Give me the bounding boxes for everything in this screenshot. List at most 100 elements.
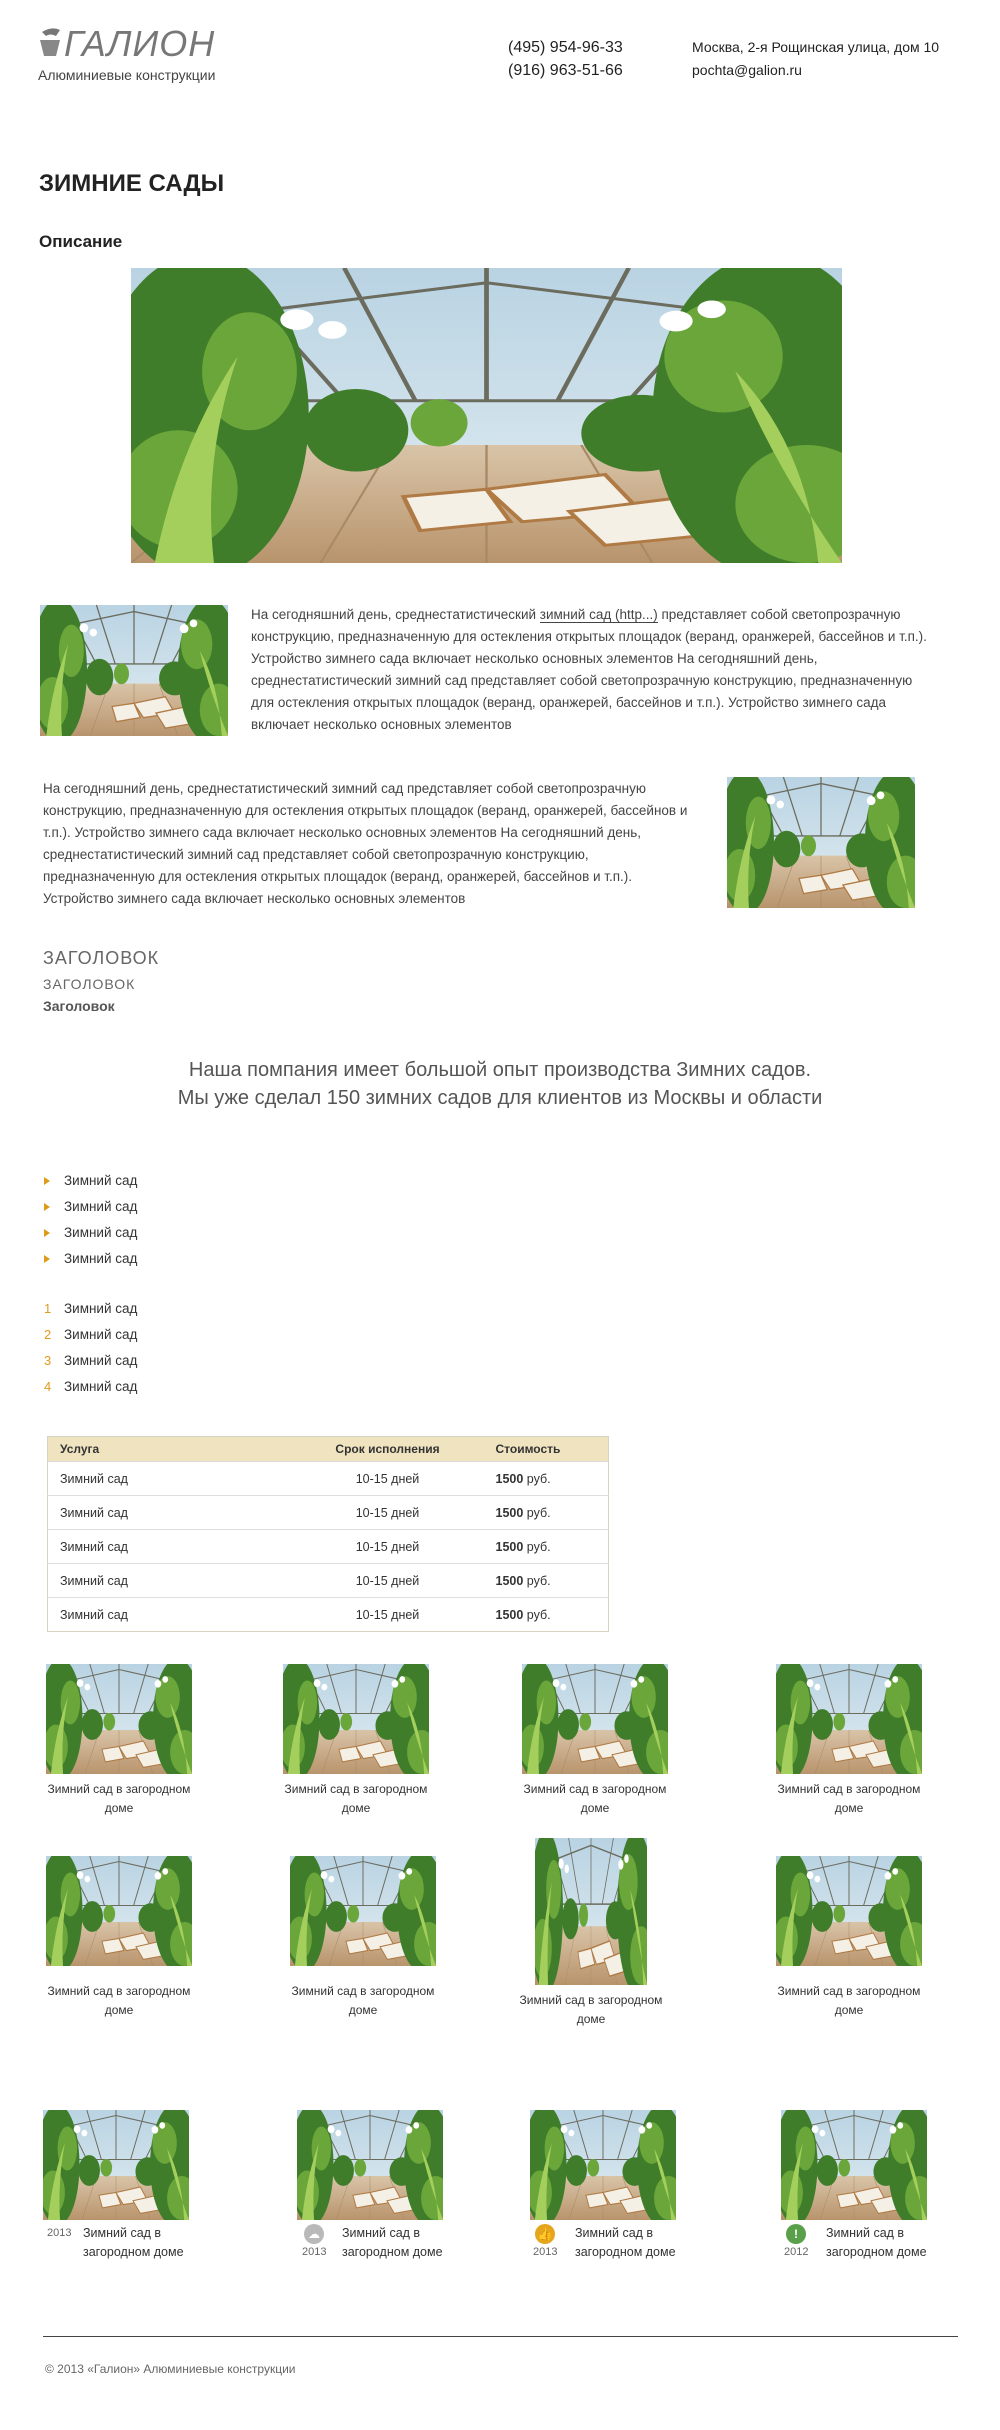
- address: Москва, 2-я Рощинская улица, дом 10: [692, 39, 940, 55]
- table-row: Зимний сад 10-15 дней 1500 руб.: [47, 1495, 609, 1530]
- arrow-bullet-icon: [44, 1229, 50, 1237]
- quote-line-1: Наша помпания имеет большой опыт произво…: [188, 1059, 812, 1081]
- gallery-item[interactable]: Зимний сад в загородном доме: [769, 1664, 929, 1818]
- price-unit: руб.: [526, 1573, 551, 1588]
- gallery-caption: Зимний сад в загородном доме: [777, 1782, 921, 1815]
- ship-logo-icon: [40, 28, 60, 56]
- arrow-bullet-icon: [44, 1255, 50, 1263]
- price-unit: руб.: [526, 1471, 551, 1486]
- email-link[interactable]: pochta@galion.ru: [692, 59, 939, 82]
- gallery-image[interactable]: [776, 1856, 922, 1966]
- para1-text-end: представляет собой светопрозрачную конст…: [251, 607, 927, 732]
- gallery-item[interactable]: Зимний сад в загородном доме: [515, 1664, 675, 1818]
- list-item: 3 Зимний сад: [44, 1348, 137, 1374]
- gallery-image[interactable]: [46, 1664, 192, 1774]
- article-paragraph-1: На сегодняшний день, среднестатистически…: [251, 604, 931, 736]
- bullet-list: Зимний сад Зимний сад Зимний сад Зимний …: [44, 1168, 137, 1272]
- col-header-price: Стоимость: [467, 1436, 609, 1462]
- price-value: 1500: [495, 1505, 524, 1520]
- list-item-text: Зимний сад: [64, 1173, 138, 1188]
- list-item: Зимний сад: [44, 1220, 137, 1246]
- arrow-bullet-icon: [44, 1177, 50, 1185]
- gallery-image[interactable]: [290, 1856, 436, 1966]
- exclamation-icon: !: [786, 2224, 806, 2244]
- quote-line-2: Мы уже сделал 150 зимних садов для клиен…: [177, 1087, 823, 1109]
- price-table: Услуга Срок исполнения Стоимость Зимний …: [47, 1436, 609, 1632]
- gallery-item[interactable]: Зимний сад в загородном доме: [39, 1856, 199, 2020]
- price-value: 1500: [495, 1471, 524, 1486]
- gallery-image[interactable]: [43, 2110, 189, 2220]
- gallery-image[interactable]: [530, 2110, 676, 2220]
- price-value: 1500: [495, 1539, 524, 1554]
- company-quote: Наша помпания имеет большой опыт произво…: [0, 1056, 1000, 1112]
- numbered-list: 1 Зимний сад 2 Зимний сад 3 Зимний сад 4 Зим…: [44, 1296, 137, 1400]
- phone-1[interactable]: (495) 954-96-33: [508, 36, 623, 59]
- gallery-caption: Зимний сад в загородном доме: [777, 1984, 921, 2017]
- list-item: 4 Зимний сад: [44, 1374, 137, 1400]
- list-item: Зимний сад: [44, 1246, 137, 1272]
- gallery-caption: Зимний сад в загородном доме: [47, 1984, 191, 2017]
- gallery-item[interactable]: Зимний сад в загородном доме: [276, 1664, 436, 1818]
- heading-small: Заголовок: [43, 998, 115, 1014]
- price-value: 1500: [495, 1607, 524, 1622]
- gallery-caption: Зимний сад в загородном доме: [83, 2226, 184, 2259]
- heading-large: ЗАГОЛОВОК: [43, 948, 160, 968]
- price-value: 1500: [495, 1573, 524, 1588]
- para1-text-start: На сегодняшний день, среднестатистически…: [251, 607, 540, 622]
- list-number: 4: [44, 1379, 52, 1394]
- contact-info: Москва, 2-я Рощинская улица, дом 10 poch…: [692, 36, 939, 82]
- gallery-year: 2013: [47, 2227, 72, 2239]
- list-item-text: Зимний сад: [64, 1199, 138, 1214]
- cell-service: Зимний сад: [47, 1461, 308, 1496]
- footer-copyright: © 2013 «Галион» Алюминиевые конструкции: [45, 2362, 296, 2376]
- site-header: ГАЛИОН Алюминиевые конструкции (495) 954…: [0, 0, 1000, 90]
- list-item-text: Зимний сад: [64, 1251, 138, 1266]
- arrow-bullet-icon: [44, 1203, 50, 1211]
- cell-service: Зимний сад: [47, 1529, 308, 1564]
- cell-price: 1500 руб.: [467, 1529, 609, 1564]
- price-unit: руб.: [526, 1539, 551, 1554]
- cell-service: Зимний сад: [47, 1597, 308, 1632]
- cell-term: 10-15 дней: [307, 1597, 468, 1632]
- gallery-caption: Зимний сад в загородном доме: [284, 1782, 428, 1815]
- cell-service: Зимний сад: [47, 1495, 308, 1530]
- gallery-image[interactable]: [297, 2110, 443, 2220]
- list-item: 1 Зимний сад: [44, 1296, 137, 1322]
- gallery-image[interactable]: [776, 1664, 922, 1774]
- gallery-image[interactable]: [46, 1856, 192, 1966]
- table-row: Зимний сад 10-15 дней 1500 руб.: [47, 1529, 609, 1564]
- cell-term: 10-15 дней: [307, 1563, 468, 1598]
- gallery-image[interactable]: [781, 2110, 927, 2220]
- gallery-item[interactable]: Зимний сад в загородном доме: [769, 1856, 929, 2020]
- list-number: 2: [44, 1327, 52, 1342]
- heading-medium: ЗАГОЛОВОК: [43, 976, 136, 992]
- gallery-item[interactable]: Зимний сад в загородном доме: [511, 1838, 671, 2029]
- price-unit: руб.: [526, 1505, 551, 1520]
- gallery-item[interactable]: Зимний сад в загородном доме: [283, 1856, 443, 2020]
- list-number: 3: [44, 1353, 52, 1368]
- list-item: Зимний сад: [44, 1194, 137, 1220]
- cell-term: 10-15 дней: [307, 1495, 468, 1530]
- thumbs-up-icon: 👍: [535, 2224, 555, 2244]
- section-title: Описание: [39, 232, 123, 251]
- winter-garden-link[interactable]: зимний сад (http...): [539, 607, 658, 623]
- gallery-item[interactable]: Зимний сад в загородном доме: [39, 1664, 199, 1818]
- phone-2[interactable]: (916) 963-51-66: [508, 59, 623, 82]
- logo-subtitle: Алюминиевые конструкции: [38, 67, 216, 83]
- page-title: ЗИМНИЕ САДЫ: [39, 170, 225, 197]
- gallery-caption: Зимний сад в загородном доме: [47, 1782, 191, 1815]
- cell-price: 1500 руб.: [467, 1495, 609, 1530]
- col-header-service: Услуга: [47, 1436, 308, 1462]
- cell-price: 1500 руб.: [467, 1597, 609, 1632]
- gallery-image[interactable]: [283, 1664, 429, 1774]
- gallery-image[interactable]: [535, 1838, 647, 1985]
- cell-price: 1500 руб.: [467, 1461, 609, 1496]
- table-row: Зимний сад 10-15 дней 1500 руб.: [47, 1563, 609, 1598]
- cell-term: 10-15 дней: [307, 1461, 468, 1496]
- list-number: 1: [44, 1301, 52, 1316]
- logo[interactable]: ГАЛИОН Алюминиевые конструкции: [38, 24, 228, 84]
- gallery-image[interactable]: [522, 1664, 668, 1774]
- list-item-text: Зимний сад: [64, 1301, 138, 1316]
- gallery-caption: Зимний сад в загородном доме: [519, 1993, 663, 2026]
- list-item-text: Зимний сад: [64, 1353, 138, 1368]
